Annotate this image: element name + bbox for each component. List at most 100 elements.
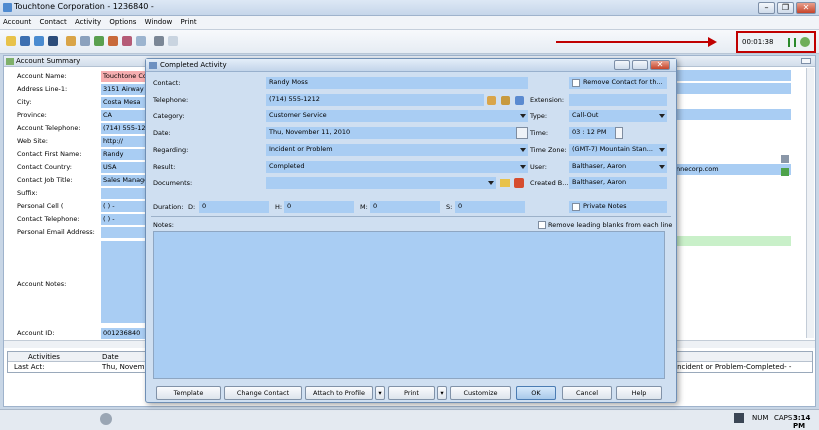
time-spinner[interactable] (615, 127, 623, 139)
schedule-icon[interactable] (66, 36, 76, 46)
calendar-icon[interactable] (516, 127, 528, 139)
print-dropdown-button[interactable]: ▾ (437, 386, 447, 400)
contact-telephone-field[interactable]: ( ) - (101, 214, 149, 225)
timezone-select[interactable]: (GMT-7) Mountain Stan... (569, 144, 667, 156)
lookup-icon[interactable] (48, 36, 58, 46)
col-date[interactable]: Date (102, 353, 119, 361)
dialog-close-button[interactable]: ✕ (650, 60, 670, 70)
minimize-button[interactable]: – (758, 2, 775, 14)
contact-icon[interactable] (20, 36, 30, 46)
notes-textarea[interactable] (153, 231, 665, 379)
account-notes-field[interactable] (101, 241, 149, 323)
private-notes-checkbox[interactable] (572, 203, 580, 211)
dial-icon[interactable] (501, 96, 510, 105)
ok-button[interactable]: OK (516, 386, 556, 400)
attach-dropdown-button[interactable]: ▾ (375, 386, 385, 400)
account-telephone-field[interactable]: (714) 555-12 (101, 123, 149, 134)
menu-account[interactable]: Account (0, 16, 34, 28)
result-select[interactable]: Completed (266, 161, 528, 173)
right-field[interactable] (674, 83, 791, 94)
panel-minimize-button[interactable] (801, 58, 811, 64)
menu-options[interactable]: Options (106, 16, 139, 28)
account-name-field[interactable]: Touchtone Co (101, 71, 149, 82)
extension-field[interactable] (569, 94, 667, 106)
account-id-field[interactable]: 001236840 (101, 328, 149, 339)
documents-select[interactable] (266, 177, 496, 189)
clock: 3:14 PM (793, 414, 811, 430)
duration-seconds-field[interactable]: 0 (455, 201, 525, 213)
user-select[interactable]: Balthaser, Aaron (569, 161, 667, 173)
attach-to-profile-button[interactable]: Attach to Profile (305, 386, 373, 400)
menu-window[interactable]: Window (142, 16, 176, 28)
time-field[interactable]: 03 : 12 PM (569, 127, 615, 139)
edit-icon[interactable] (122, 36, 132, 46)
pause-icon[interactable] (788, 38, 796, 47)
duration-days-field[interactable]: 0 (199, 201, 269, 213)
printer-icon[interactable] (154, 36, 164, 46)
phone-icon[interactable] (487, 96, 496, 105)
timezone-value: (GMT-7) Mountain Stan... (572, 145, 653, 153)
book-icon[interactable] (136, 36, 146, 46)
contact-country-field[interactable]: USA (101, 162, 149, 173)
website-field[interactable]: http:// (101, 136, 149, 147)
notes-label: Notes: (153, 221, 174, 229)
col-activities[interactable]: Activities (28, 353, 60, 361)
dialog-maximize-button[interactable] (632, 60, 648, 70)
menu-contact[interactable]: Contact (37, 16, 70, 28)
last-act-summary[interactable]: Incident or Problem-Completed- - (675, 363, 791, 371)
contact-job-title-field[interactable]: Sales Manage (101, 175, 149, 186)
contact-first-name-field[interactable]: Randy (101, 149, 149, 160)
document-icon[interactable] (168, 36, 178, 46)
suffix-field[interactable] (101, 188, 149, 199)
right-field[interactable] (674, 70, 791, 81)
template-button[interactable]: Template (156, 386, 221, 400)
calendar-icon[interactable] (94, 36, 104, 46)
type-select[interactable]: Call-Out (569, 110, 667, 122)
restore-button[interactable]: ❐ (777, 2, 794, 14)
folder-icon[interactable] (6, 36, 16, 46)
contact-field[interactable]: Randy Moss (266, 77, 528, 89)
help-button[interactable]: Help (616, 386, 662, 400)
customize-button[interactable]: Customize (450, 386, 511, 400)
personal-cell-field[interactable]: ( ) - (101, 201, 149, 212)
regarding-value: Incident or Problem (269, 145, 333, 153)
call-log-icon[interactable] (515, 96, 524, 105)
dialog-minimize-button[interactable] (614, 60, 630, 70)
timer-stop-icon[interactable] (800, 37, 810, 47)
add-contact-icon[interactable] (34, 36, 44, 46)
date-field[interactable]: Thu, November 11, 2010 (266, 127, 516, 139)
regarding-select[interactable]: Incident or Problem (266, 144, 528, 156)
right-highlight-field[interactable] (674, 236, 791, 246)
duration-h-label: H: (275, 203, 283, 211)
menu-print[interactable]: Print (177, 16, 199, 28)
extension-label: Extension: (530, 96, 565, 104)
cancel-button[interactable]: Cancel (562, 386, 612, 400)
add-document-icon[interactable] (514, 178, 524, 188)
print-button[interactable]: Print (388, 386, 435, 400)
right-email-field[interactable]: nnecorp.com (674, 164, 791, 175)
menu-activity[interactable]: Activity (72, 16, 104, 28)
folder-icon[interactable] (500, 179, 510, 187)
duration-m-label: M: (360, 203, 368, 211)
notes-icon[interactable] (108, 36, 118, 46)
city-field[interactable]: Costa Mesa (101, 97, 149, 108)
close-button[interactable]: ✕ (796, 2, 816, 14)
telephone-field[interactable]: (714) 555-1212 (266, 94, 484, 106)
call-icon[interactable] (80, 36, 90, 46)
pin-icon[interactable] (781, 155, 789, 163)
province-field[interactable]: CA (101, 110, 149, 121)
duration-minutes-field[interactable]: 0 (370, 201, 440, 213)
remove-contact-checkbox[interactable] (572, 79, 580, 87)
address-field[interactable]: 3151 Airway A (101, 84, 149, 95)
last-act-label: Last Act: (14, 363, 45, 371)
num-indicator: NUM (752, 414, 769, 422)
change-contact-button[interactable]: Change Contact (224, 386, 302, 400)
category-select[interactable]: Customer Service (266, 110, 528, 122)
duration-hours-field[interactable]: 0 (284, 201, 354, 213)
field-label: City: (17, 98, 32, 106)
remove-blanks-checkbox[interactable] (538, 221, 546, 229)
right-field[interactable] (674, 109, 791, 120)
vertical-scrollbar[interactable] (806, 68, 814, 338)
personal-email-field[interactable] (101, 227, 149, 238)
link-icon[interactable] (781, 168, 789, 176)
